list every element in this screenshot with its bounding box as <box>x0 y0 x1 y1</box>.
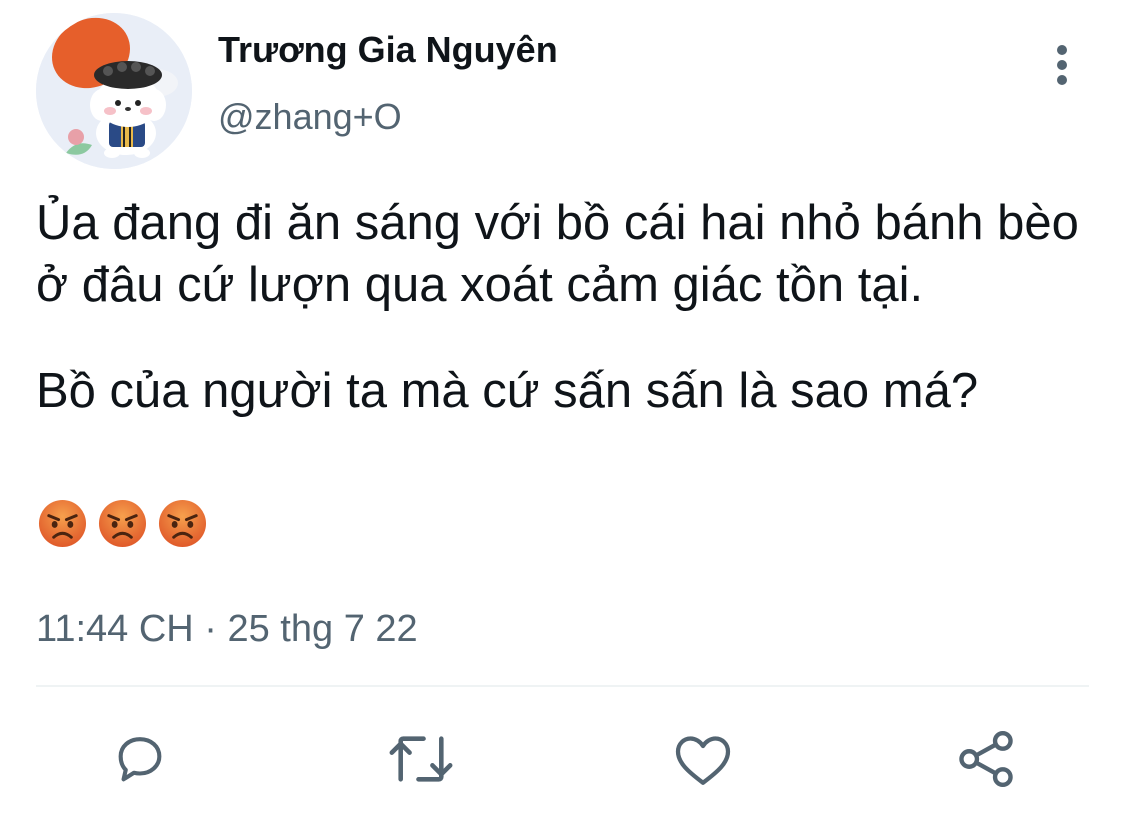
tweet-timestamp[interactable]: 11:44 CH · 25 thg 7 22 <box>36 606 418 652</box>
divider <box>36 685 1089 687</box>
more-vertical-icon <box>1057 45 1067 85</box>
retweet-button[interactable] <box>388 726 454 792</box>
tweet-text: Ủa đang đi ăn sáng với bồ cái hai nhỏ bá… <box>36 192 1096 422</box>
angry-face-icon <box>98 499 147 548</box>
share-icon <box>959 730 1013 788</box>
like-button[interactable] <box>670 726 736 792</box>
more-options-button[interactable] <box>1040 38 1084 92</box>
like-icon <box>675 736 731 785</box>
emoji-row <box>38 499 207 548</box>
author-display-name[interactable]: Trương Gia Nguyên <box>218 28 558 72</box>
retweet-icon <box>389 736 453 782</box>
tweet-paragraph: Bồ của người ta mà cứ sấn sấn là sao má? <box>36 364 979 418</box>
author-handle[interactable]: @zhang+O <box>218 95 402 139</box>
reply-button[interactable] <box>107 726 173 792</box>
angry-face-icon <box>158 499 207 548</box>
reply-icon <box>118 737 162 782</box>
tweet-paragraph: Ủa đang đi ăn sáng với bồ cái hai nhỏ bá… <box>36 196 1079 312</box>
avatar[interactable] <box>36 13 192 169</box>
avatar-cartoon-icon <box>36 13 192 169</box>
share-button[interactable] <box>953 726 1019 792</box>
angry-face-icon <box>38 499 87 548</box>
